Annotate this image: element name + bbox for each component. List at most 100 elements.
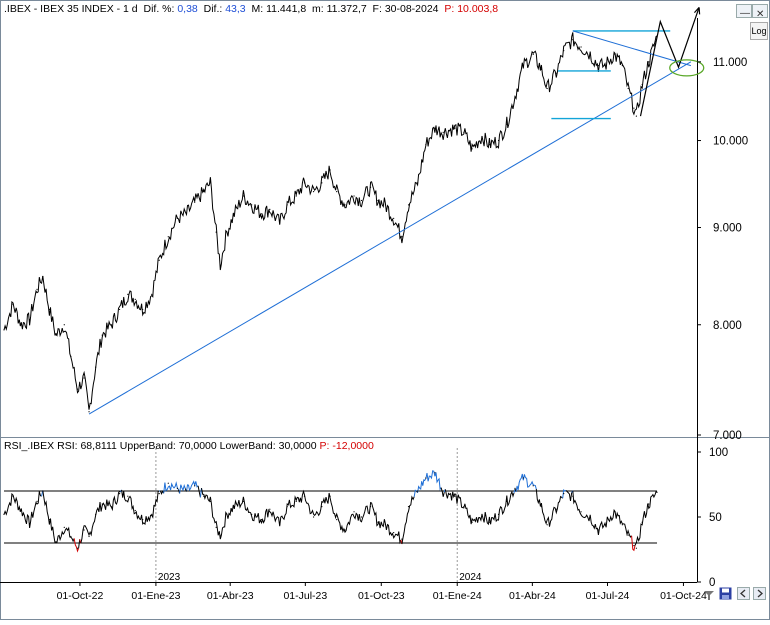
price-data-point [393, 218, 394, 219]
price-data-point [216, 232, 217, 233]
price-data-point [287, 204, 288, 205]
rsi-data-point [70, 536, 71, 537]
rsi-data-point [111, 506, 112, 507]
rsi-data-point [151, 514, 152, 515]
price-data-point [127, 294, 128, 295]
rsi-data-point [463, 506, 464, 507]
x-tick-label: 01-Ene-24 [433, 590, 482, 602]
rsi-data-point [159, 493, 160, 494]
rsi-data-point [563, 493, 564, 494]
rsi-data-point [385, 524, 386, 525]
upperband-value: 70,0000 [179, 440, 217, 452]
rsi-data-point [377, 522, 378, 523]
rsi-data-point [321, 506, 322, 507]
chart-background [0, 0, 770, 620]
price-data-point [304, 182, 305, 183]
rsi-data-point [636, 548, 637, 549]
rsi-data-point [556, 509, 557, 510]
x-tick-label: 01-Oct-23 [358, 590, 405, 602]
rsi-data-point [572, 496, 573, 497]
price-data-point [443, 132, 444, 133]
rsi-data-point [55, 542, 56, 543]
minus-icon: — [740, 8, 750, 19]
x-tick-label: 01-Abr-23 [207, 590, 254, 602]
price-data-point [648, 61, 649, 62]
dif-value: 43,3 [225, 3, 245, 15]
rsi-data-point [489, 522, 490, 523]
rsi-data-point [127, 496, 128, 497]
log-scale-toggle[interactable]: Log [750, 22, 768, 40]
close-button[interactable]: ✕ [752, 4, 768, 18]
price-y-tick-label: 11.000 [713, 57, 747, 69]
lowerband-value: 30,0000 [279, 440, 317, 452]
date-label: F: [373, 3, 382, 15]
price-data-point [77, 389, 78, 390]
price-data-point [463, 132, 464, 133]
rsi-data-point [370, 506, 371, 507]
price-data-point [401, 236, 402, 237]
price-data-point [95, 367, 96, 368]
rsi-data-point [142, 519, 143, 520]
rsi-data-point [220, 535, 221, 536]
save-icon[interactable] [719, 587, 732, 600]
price-data-point [142, 309, 143, 310]
minimize-button[interactable]: — [736, 4, 752, 18]
price-data-point [279, 222, 280, 223]
dif-label: Dif.: [204, 3, 223, 15]
scroll-left-icon[interactable] [737, 587, 750, 600]
x-tick-label: 01-Oct-24 [660, 590, 707, 602]
rsi-data-point [604, 524, 605, 525]
price-data-point [151, 294, 152, 295]
rsi-data-point [498, 514, 499, 515]
scroll-right-icon[interactable] [753, 587, 766, 600]
price-data-point [642, 84, 643, 85]
rsi-data-point [547, 524, 548, 525]
rsi-data-point [361, 516, 362, 517]
price-data-point [604, 65, 605, 66]
rsi-data-point [203, 496, 204, 497]
rsi-data-point [234, 506, 235, 507]
rsi-data-point [177, 488, 178, 489]
price-data-point [556, 73, 557, 74]
price-data-point [329, 169, 330, 170]
rsi-data-point [88, 536, 89, 537]
rsi-p-value: -12,0000 [332, 440, 373, 452]
price-data-point [83, 377, 84, 378]
rsi-data-point [642, 522, 643, 523]
rsi-data-point [186, 490, 187, 491]
rsi-data-point [194, 485, 195, 486]
price-data-point [489, 144, 490, 145]
rsi-data-point [243, 501, 244, 502]
price-data-point [296, 195, 297, 196]
price-data-point [49, 309, 50, 310]
price-data-point [580, 46, 581, 47]
rsi-data-point [304, 496, 305, 497]
year-label: 2024 [459, 572, 482, 583]
price-data-point [194, 202, 195, 203]
price-data-point [454, 128, 455, 129]
settings-icon[interactable] [703, 588, 715, 600]
price-data-point [12, 304, 13, 305]
rsi-data-point [344, 529, 345, 530]
rsi-data-point [64, 527, 65, 528]
price-data-point [633, 108, 634, 109]
price-data-point [370, 187, 371, 188]
rsi-data-point [628, 535, 629, 536]
price-data-point [434, 128, 435, 129]
rsi-data-point [541, 506, 542, 507]
price-data-point [598, 65, 599, 66]
price-y-tick-label: 7.000 [713, 430, 742, 442]
rsi-data-point [95, 514, 96, 515]
price-data-point [243, 195, 244, 196]
rsi-y-tick-label: 50 [709, 512, 722, 524]
x-tick-label: 01-Oct-22 [57, 590, 104, 602]
price-data-point [70, 356, 71, 357]
symbol-label: .IBEX - IBEX 35 INDEX - 1 d [4, 3, 138, 15]
price-data-point [21, 324, 22, 325]
rsi-data-point [443, 490, 444, 491]
rsi-data-point [119, 493, 120, 494]
price-data-point [269, 209, 270, 210]
price-data-point [29, 319, 30, 320]
price-data-point [321, 182, 322, 183]
price-data-point [111, 324, 112, 325]
